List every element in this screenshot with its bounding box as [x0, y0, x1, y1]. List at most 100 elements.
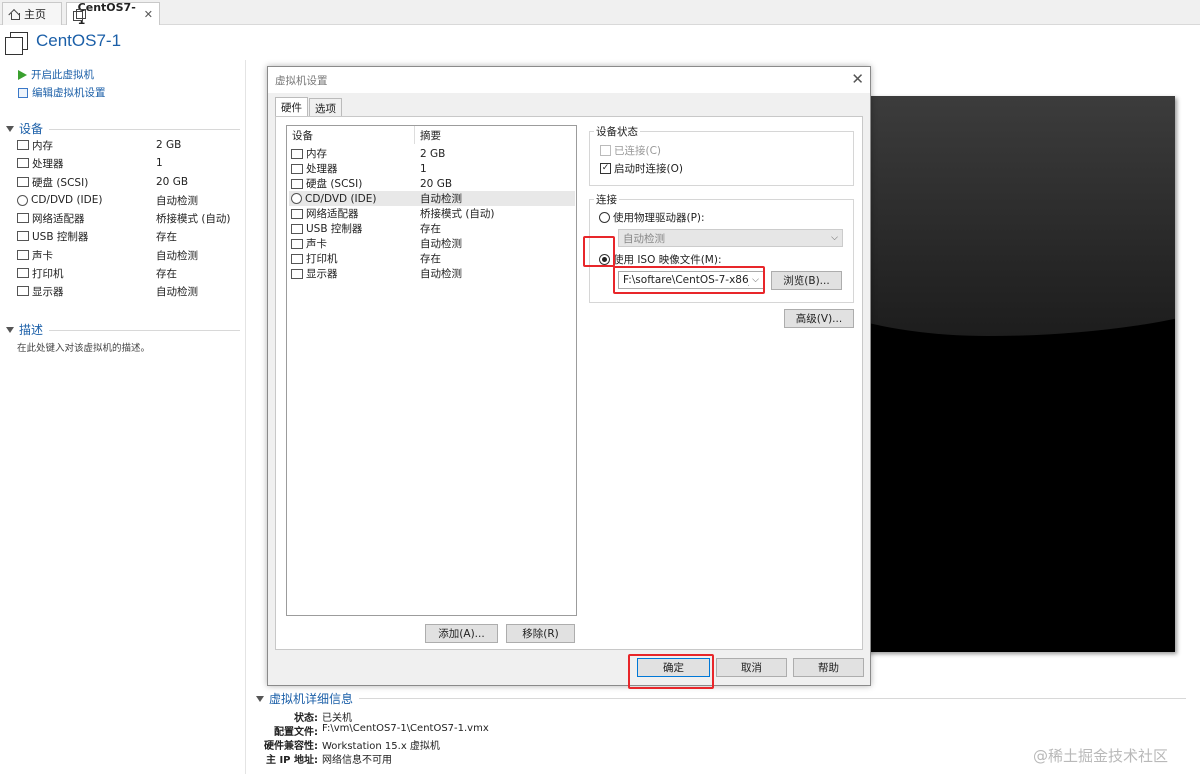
device-name: CD/DVD (IDE): [31, 194, 103, 206]
tab-hardware[interactable]: 硬件: [275, 97, 308, 117]
physical-drive-value: 自动检测: [623, 232, 665, 245]
device-row-network[interactable]: 网络适配器 桥接模式 (自动): [17, 209, 239, 227]
usb-icon: [291, 223, 303, 234]
column-header-device[interactable]: 设备: [292, 128, 313, 143]
list-item-cpu[interactable]: 处理器 1: [289, 161, 575, 176]
device-value: 桥接模式 (自动): [156, 212, 231, 225]
list-item-disk[interactable]: 硬盘 (SCSI) 20 GB: [289, 176, 575, 191]
devices-section-header[interactable]: 设备: [6, 120, 240, 137]
cancel-button[interactable]: 取消: [716, 658, 787, 677]
device-name: 声卡: [32, 249, 53, 262]
device-row-printer[interactable]: 打印机 存在: [17, 264, 239, 282]
divider: [49, 330, 240, 331]
description-section-header[interactable]: 描述: [6, 321, 240, 338]
chevron-down-icon: ⌵: [831, 233, 838, 243]
list-item-usb[interactable]: USB 控制器 存在: [289, 221, 575, 236]
description-heading: 描述: [19, 323, 44, 337]
device-row-display[interactable]: 显示器 自动检测: [17, 282, 239, 300]
vm-header: CentOS7-1: [0, 26, 1200, 60]
detail-row-compat: 硬件兼容性: Workstation 15.x 虚拟机: [250, 737, 750, 752]
disk-icon: [17, 177, 29, 187]
list-item-display[interactable]: 显示器 自动检测: [289, 266, 575, 281]
device-row-memory[interactable]: 内存 2 GB: [17, 136, 239, 154]
device-row-disk[interactable]: 硬盘 (SCSI) 20 GB: [17, 173, 239, 191]
list-item-name: 硬盘 (SCSI): [306, 178, 363, 190]
left-panel: 开启此虚拟机 编辑虚拟机设置 设备 内存 2 GB 处理器 1 硬盘 (SCSI…: [0, 60, 246, 774]
detail-value: 已关机: [322, 713, 352, 724]
close-icon[interactable]: ✕: [851, 70, 864, 88]
device-name: 硬盘 (SCSI): [32, 176, 89, 189]
list-item-sound[interactable]: 声卡 自动检测: [289, 236, 575, 251]
device-row-cpu[interactable]: 处理器 1: [17, 154, 239, 172]
device-name: 打印机: [32, 267, 64, 280]
device-name: 处理器: [32, 157, 64, 170]
list-item-value: 2 GB: [420, 147, 446, 160]
device-value: 存在: [156, 230, 177, 243]
sound-icon: [291, 238, 303, 249]
list-item-cd-selected[interactable]: CD/DVD (IDE) 自动检测: [289, 191, 575, 206]
connect-at-power-on-checkbox[interactable]: ✓ 启动时连接(O): [600, 161, 683, 176]
list-item-value: 20 GB: [420, 177, 453, 190]
list-item-value: 桥接模式 (自动): [420, 208, 495, 220]
detail-row-state: 状态: 已关机: [250, 709, 750, 724]
device-row-sound[interactable]: 声卡 自动检测: [17, 246, 239, 264]
device-name: 网络适配器: [32, 212, 85, 225]
list-item-name: 网络适配器: [306, 208, 359, 220]
list-item-name: 声卡: [306, 238, 327, 250]
list-item-printer[interactable]: 打印机 存在: [289, 251, 575, 266]
iso-image-radio[interactable]: 使用 ISO 映像文件(M):: [599, 252, 722, 267]
dialog-title-bar[interactable]: 虚拟机设置 ✕: [268, 67, 870, 93]
description-placeholder[interactable]: 在此处键入对该虚拟机的描述。: [17, 340, 150, 354]
usb-icon: [17, 231, 29, 241]
annotation-highlight-radio: [583, 236, 615, 267]
device-value: 自动检测: [156, 194, 198, 207]
cpu-icon: [17, 158, 29, 168]
connected-checkbox[interactable]: 已连接(C): [600, 143, 661, 158]
advanced-button[interactable]: 高级(V)...: [784, 309, 854, 328]
help-button[interactable]: 帮助: [793, 658, 864, 677]
device-row-cd[interactable]: CD/DVD (IDE) 自动检测: [17, 191, 239, 209]
detail-value: F:\vm\CentOS7-1\CentOS7-1.vmx: [322, 723, 489, 734]
cd-icon: [291, 193, 302, 204]
detail-value: Workstation 15.x 虚拟机: [322, 741, 440, 752]
physical-drive-select: 自动检测 ⌵: [618, 229, 843, 247]
device-list[interactable]: 设备 摘要 内存 2 GB 处理器 1 硬盘 (SCSI) 20 GB CD/D…: [286, 125, 577, 616]
close-tab-icon[interactable]: ✕: [144, 8, 153, 21]
edit-settings-link[interactable]: 编辑虚拟机设置: [18, 85, 106, 100]
vm-console-preview[interactable]: [860, 96, 1175, 652]
list-item-network[interactable]: 网络适配器 桥接模式 (自动): [289, 206, 575, 221]
collapse-arrow-icon: [6, 125, 14, 132]
physical-drive-radio[interactable]: 使用物理驱动器(P):: [599, 210, 705, 225]
column-header-summary[interactable]: 摘要: [420, 128, 441, 143]
tab-options[interactable]: 选项: [309, 98, 342, 116]
vm-title: CentOS7-1: [36, 31, 122, 50]
device-value: 20 GB: [156, 176, 189, 188]
list-item-name: USB 控制器: [306, 223, 363, 235]
annotation-highlight-ok: [628, 654, 714, 689]
list-item-name: 内存: [306, 148, 327, 160]
tab-centos7-1[interactable]: CentOS7-1 ✕: [66, 1, 160, 27]
list-item-memory[interactable]: 内存 2 GB: [289, 146, 575, 161]
device-value: 1: [156, 157, 163, 169]
device-row-usb[interactable]: USB 控制器 存在: [17, 227, 239, 245]
detail-key: 状态:: [294, 713, 318, 724]
vm-large-icon: [5, 32, 28, 55]
add-device-button[interactable]: 添加(A)...: [425, 624, 498, 643]
display-icon: [17, 286, 29, 296]
detail-row-ip: 主 IP 地址: 网络信息不可用: [250, 751, 750, 766]
list-item-name: CD/DVD (IDE): [305, 192, 377, 205]
remove-device-button[interactable]: 移除(R): [506, 624, 575, 643]
connected-label: 已连接(C): [614, 145, 662, 157]
watermark: @稀土掘金技术社区: [1033, 747, 1169, 765]
tab-home[interactable]: 主页: [2, 2, 62, 25]
vm-icon: [73, 8, 82, 21]
list-item-value: 自动检测: [420, 268, 462, 280]
list-item-value: 1: [420, 162, 427, 175]
power-on-link[interactable]: 开启此虚拟机: [18, 67, 94, 82]
device-value: 2 GB: [156, 139, 182, 151]
browse-button[interactable]: 浏览(B)...: [771, 271, 842, 290]
list-item-name: 显示器: [306, 268, 338, 280]
checkbox-unchecked: [600, 145, 611, 156]
details-section-header[interactable]: 虚拟机详细信息: [256, 690, 1186, 707]
device-status-group: [589, 131, 854, 186]
